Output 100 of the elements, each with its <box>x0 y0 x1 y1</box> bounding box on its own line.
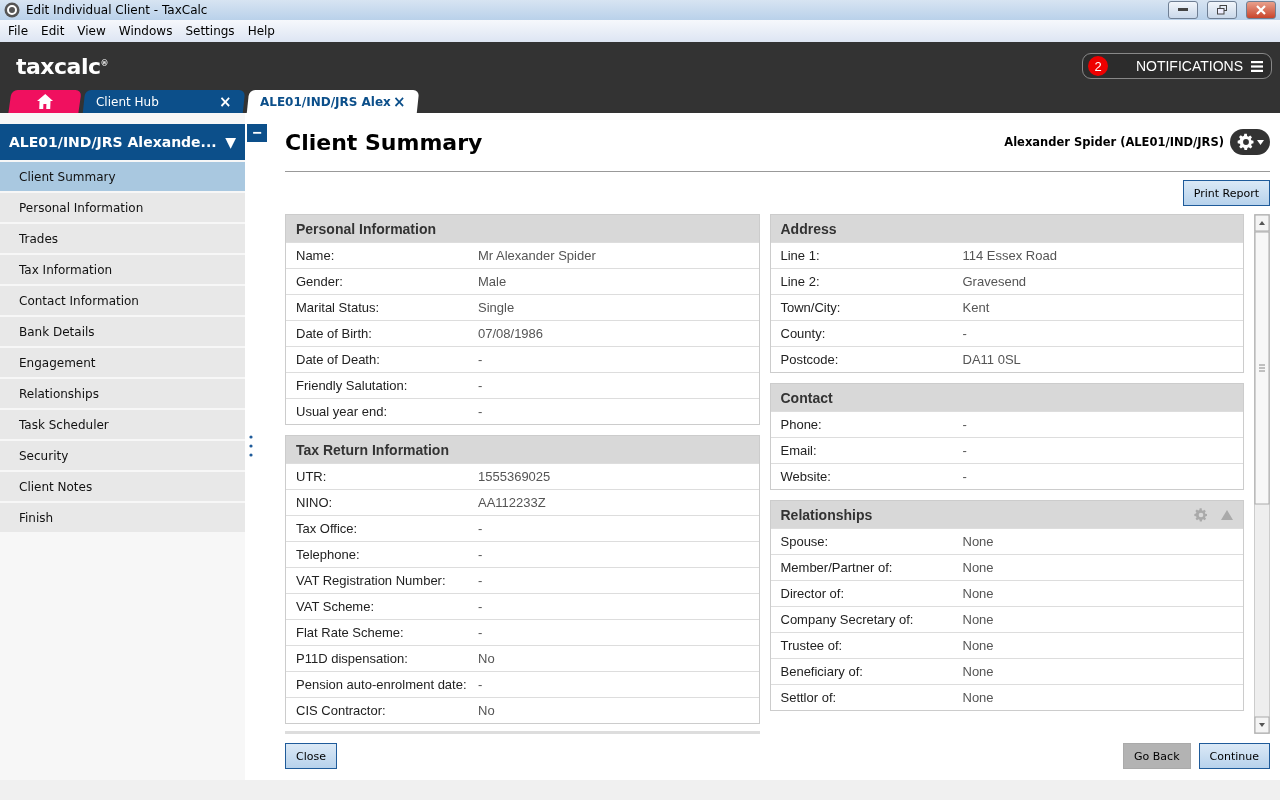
go-back-button[interactable]: Go Back <box>1123 743 1191 769</box>
sidebar-item[interactable]: Finish <box>0 503 245 532</box>
field-label: Pension auto-enrolment date: <box>296 677 468 692</box>
field-label: Line 1: <box>780 248 821 263</box>
field-value: - <box>962 443 967 458</box>
sidebar-item[interactable]: Trades <box>0 224 245 253</box>
field-label: Phone: <box>780 417 823 432</box>
field-value: Mr Alexander Spider <box>478 248 596 263</box>
menu-icon <box>1251 60 1263 72</box>
client-dropdown[interactable]: ALE01/IND/JRS Alexande... ▼ <box>0 124 245 160</box>
field-value: None <box>962 664 994 679</box>
field-value: Male <box>478 274 507 289</box>
field-label: Beneficiary of: <box>780 664 864 679</box>
sidebar-item[interactable]: Personal Information <box>0 193 245 222</box>
field-label: Date of Birth: <box>296 326 373 341</box>
app-icon <box>4 2 20 18</box>
field-label: VAT Scheme: <box>296 599 376 614</box>
home-tab[interactable] <box>8 90 82 113</box>
close-icon <box>1256 5 1266 15</box>
field-value: - <box>478 677 483 692</box>
field-label: Trustee of: <box>780 638 844 653</box>
field-label: Marital Status: <box>296 300 381 315</box>
sidebar-item[interactable]: Bank Details <box>0 317 245 346</box>
field-value: 1555369025 <box>478 469 551 484</box>
field-label: Name: <box>296 248 336 263</box>
sidebar-item[interactable]: Engagement <box>0 348 245 377</box>
field-value: Single <box>478 300 515 315</box>
tab[interactable]: Client Hub × <box>82 90 246 113</box>
scrollbar[interactable] <box>1254 214 1270 734</box>
settings-button[interactable] <box>1230 129 1270 155</box>
menu-item[interactable]: File <box>3 24 34 38</box>
resize-handle-icon[interactable] <box>249 435 253 457</box>
field-value: - <box>478 547 483 562</box>
field-label: Friendly Salutation: <box>296 378 409 393</box>
field-value: - <box>478 573 483 588</box>
field-value: None <box>962 560 994 575</box>
section-title: Relationships <box>780 506 873 523</box>
field-label: Director of: <box>780 586 846 601</box>
sidebar-item[interactable]: Contact Information <box>0 286 245 315</box>
field-value: - <box>962 417 967 432</box>
section-title: Personal Information <box>296 220 437 237</box>
field-value: AA112233Z <box>478 495 546 510</box>
close-button[interactable] <box>1246 1 1276 19</box>
field-value: None <box>962 534 994 549</box>
field-label: P11D dispensation: <box>296 651 409 666</box>
field-label: Flat Rate Scheme: <box>296 625 405 640</box>
field-value: - <box>478 404 483 419</box>
taxcalc-logo: taxcalc$^{®}$ <box>16 53 110 79</box>
sidebar-item[interactable]: Security <box>0 441 245 470</box>
continue-button[interactable]: Continue <box>1198 743 1270 769</box>
menu-item[interactable]: View <box>72 24 111 38</box>
window-title: Edit Individual Client - TaxCalc <box>26 3 209 17</box>
field-label: Gender: <box>296 274 344 289</box>
field-label: Website: <box>780 469 832 484</box>
sidebar-item[interactable]: Tax Information <box>0 255 245 284</box>
menu-item[interactable]: Edit <box>36 24 70 38</box>
print-report-button[interactable]: Print Report <box>1182 180 1270 206</box>
field-label: Company Secretary of: <box>780 612 915 627</box>
close-tab-icon[interactable]: × <box>393 92 406 111</box>
field-label: Date of Death: <box>296 352 381 367</box>
field-value: Gravesend <box>962 274 1027 289</box>
field-value: - <box>478 352 483 367</box>
field-label: Tax Office: <box>296 521 359 536</box>
tab[interactable]: ALE01/IND/JRS Alex × <box>246 90 420 113</box>
minimize-button[interactable] <box>1168 1 1198 19</box>
field-label: Line 2: <box>780 274 821 289</box>
menu-item[interactable]: Windows <box>113 24 178 38</box>
field-label: Usual year end: <box>296 404 389 419</box>
field-value: - <box>478 599 483 614</box>
notifications-button[interactable]: 2 NOTIFICATIONS <box>1082 53 1272 79</box>
field-label: CIS Contractor: <box>296 703 387 718</box>
sidebar-item[interactable]: Task Scheduler <box>0 410 245 439</box>
page-title: Client Summary <box>285 129 483 155</box>
close-button[interactable]: Close <box>285 743 337 769</box>
field-label: UTR: <box>296 469 328 484</box>
field-value: - <box>478 625 483 640</box>
field-value: - <box>962 469 967 484</box>
menu-item[interactable]: Help <box>242 24 280 38</box>
sidebar-item[interactable]: Relationships <box>0 379 245 408</box>
field-value: DA11 0SL <box>962 352 1021 367</box>
close-tab-icon[interactable]: × <box>219 92 232 111</box>
menu-item[interactable]: Settings <box>180 24 240 38</box>
gear-icon <box>1236 132 1256 152</box>
field-value: Kent <box>962 300 990 315</box>
field-value: No <box>478 651 495 666</box>
field-label: Spouse: <box>780 534 830 549</box>
field-label: Postcode: <box>780 352 840 367</box>
field-value: None <box>962 638 994 653</box>
field-value: 07/08/1986 <box>478 326 544 341</box>
restore-button[interactable] <box>1207 1 1237 19</box>
sidebar-item[interactable]: Client Summary <box>0 162 245 191</box>
collapse-sidebar-button[interactable]: − <box>247 124 267 142</box>
field-value: None <box>962 690 994 705</box>
sidebar-item[interactable]: Client Notes <box>0 472 245 501</box>
caret-icon <box>1257 139 1264 145</box>
field-value: - <box>478 521 483 536</box>
field-label: Email: <box>780 443 818 458</box>
field-label: VAT Registration Number: <box>296 573 447 588</box>
field-label: Town/City: <box>780 300 842 315</box>
field-label: Telephone: <box>296 547 361 562</box>
